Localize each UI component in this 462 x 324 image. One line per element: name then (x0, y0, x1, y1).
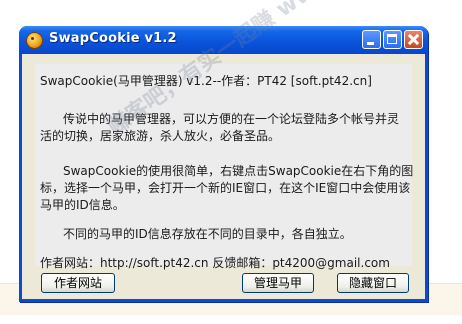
cookie-icon (26, 32, 43, 49)
paragraph-1-line-2: 活的切换，居家旅游，杀人放火，必备圣品。 (40, 129, 281, 143)
paragraph-2-line-3: 马甲的ID信息。 (40, 198, 125, 212)
info-text-panel: SwapCookie(马甲管理器) v1.2--作者：PT42 [soft.pt… (35, 64, 414, 270)
paragraph-2-line-2: 标，选择一个马甲，会打开一个新的IE窗口，在这个IE窗口中会使用该 (40, 181, 411, 195)
header-line: SwapCookie(马甲管理器) v1.2--作者：PT42 [soft.pt… (40, 74, 372, 88)
minimize-button[interactable] (362, 30, 381, 49)
client-area: SwapCookie(马甲管理器) v1.2--作者：PT42 [soft.pt… (22, 54, 425, 299)
manage-accounts-button[interactable]: 管理马甲 (242, 273, 314, 293)
swapcookie-window: SwapCookie v1.2 SwapCookie(马甲管理器) v1.2--… (19, 26, 428, 302)
window-title: SwapCookie v1.2 (49, 31, 177, 46)
paragraph-3-line: 不同的马甲的ID信息存放在不同的目录中，各自独立。 (63, 227, 352, 241)
hide-window-button[interactable]: 隐藏窗口 (337, 273, 409, 293)
title-bar[interactable]: SwapCookie v1.2 (19, 26, 428, 54)
close-button[interactable] (404, 30, 423, 49)
paragraph-2-line-1: SwapCookie的使用很简单，右键点击SwapCookie在右下角的图 (63, 164, 414, 178)
maximize-button[interactable] (383, 30, 402, 49)
contact-line: 作者网站：http://soft.pt42.cn 反馈邮箱：pt4200@gma… (40, 256, 390, 270)
author-site-button[interactable]: 作者网站 (41, 273, 115, 293)
paragraph-1-line-1: 传说中的马甲管理器，可以方便的在一个论坛登陆多个帐号并灵 (63, 112, 400, 126)
